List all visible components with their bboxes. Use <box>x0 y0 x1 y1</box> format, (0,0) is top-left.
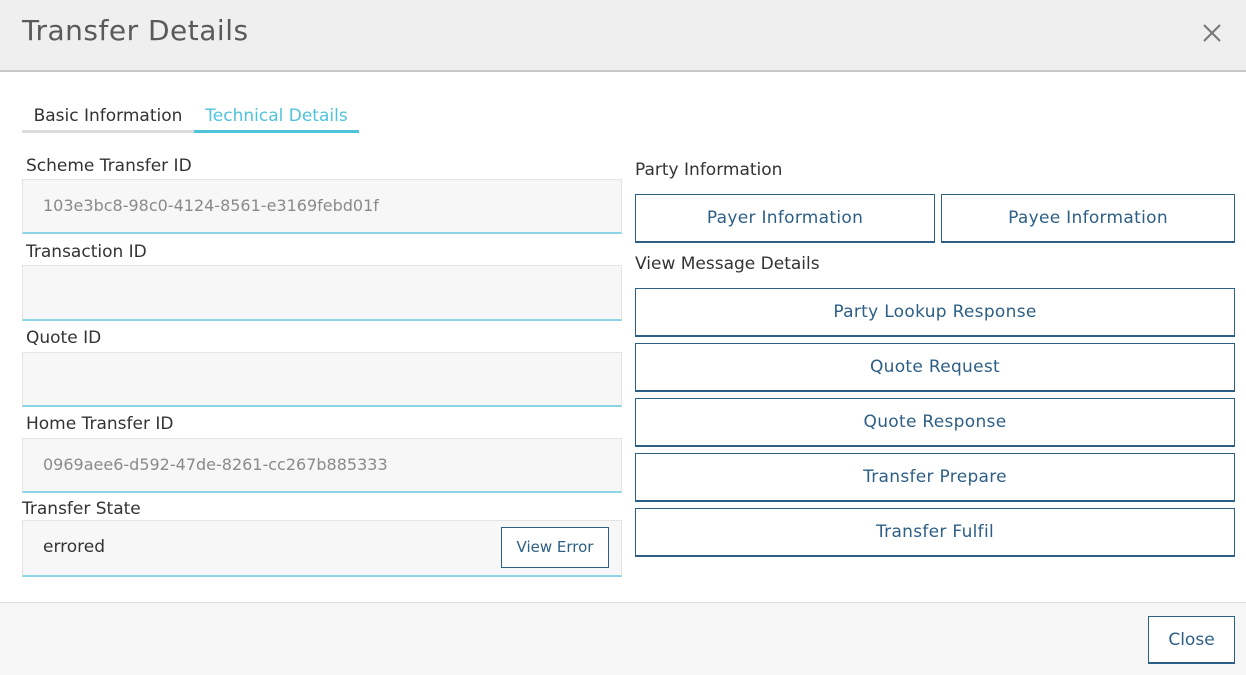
transfer-state-label: Transfer State <box>22 499 141 519</box>
view-message-details-heading: View Message Details <box>635 254 820 274</box>
quote-request-button[interactable]: Quote Request <box>635 343 1235 392</box>
transaction-id-field[interactable] <box>22 265 622 321</box>
modal-footer: Close <box>0 602 1246 675</box>
quote-id-label: Quote ID <box>26 328 102 348</box>
transaction-id-label: Transaction ID <box>26 242 147 262</box>
transfer-prepare-button[interactable]: Transfer Prepare <box>635 453 1235 502</box>
home-transfer-id-value: 0969aee6-d592-47de-8261-cc267b885333 <box>43 455 388 474</box>
transfer-state-field: errored View Error <box>22 520 622 577</box>
modal-title: Transfer Details <box>22 14 249 47</box>
payer-information-button[interactable]: Payer Information <box>635 194 935 243</box>
transfer-fulfil-button[interactable]: Transfer Fulfil <box>635 508 1235 557</box>
party-information-heading: Party Information <box>635 160 783 180</box>
close-icon[interactable] <box>1200 21 1224 45</box>
payee-information-button[interactable]: Payee Information <box>941 194 1235 243</box>
home-transfer-id-label: Home Transfer ID <box>26 414 174 434</box>
transfer-state-value: errored <box>43 537 106 557</box>
quote-id-field[interactable] <box>22 352 622 407</box>
scheme-transfer-id-value: 103e3bc8-98c0-4124-8561-e3169febd01f <box>43 196 379 215</box>
party-lookup-response-button[interactable]: Party Lookup Response <box>635 288 1235 337</box>
tab-technical-details[interactable]: Technical Details <box>194 100 359 133</box>
modal-header: Transfer Details <box>0 0 1246 72</box>
close-button[interactable]: Close <box>1148 616 1235 664</box>
scheme-transfer-id-label: Scheme Transfer ID <box>26 156 192 176</box>
home-transfer-id-field[interactable]: 0969aee6-d592-47de-8261-cc267b885333 <box>22 438 622 493</box>
scheme-transfer-id-field[interactable]: 103e3bc8-98c0-4124-8561-e3169febd01f <box>22 179 622 234</box>
quote-response-button[interactable]: Quote Response <box>635 398 1235 447</box>
view-error-button[interactable]: View Error <box>501 527 609 568</box>
tab-basic-information[interactable]: Basic Information <box>22 100 194 133</box>
